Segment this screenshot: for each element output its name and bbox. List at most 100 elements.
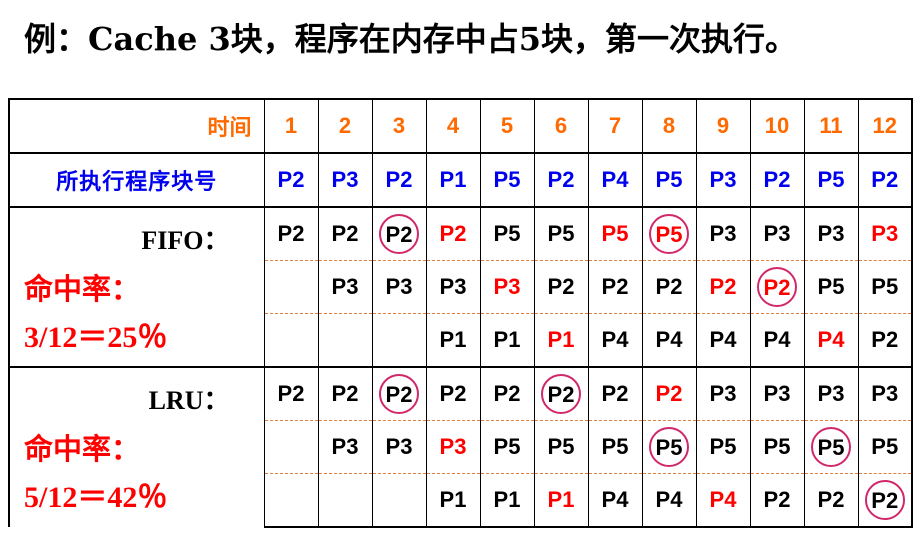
lru-cell: P1 [533, 473, 588, 528]
sequence-cell: P5 [641, 152, 696, 207]
time-cell: 2 [317, 98, 372, 153]
lru-cell: P4 [587, 473, 642, 528]
block-value: P1 [547, 327, 575, 352]
fifo-cell: P2 [587, 260, 642, 314]
fifo-cell: P5 [803, 260, 858, 314]
block-value: P4 [763, 327, 791, 352]
block-value: P1 [547, 487, 575, 512]
fifo-cell: P4 [803, 313, 858, 367]
time-cell: 10 [749, 98, 804, 153]
lru-cell: P2 [749, 473, 804, 528]
time-cell: 8 [641, 98, 696, 153]
time-cell: 4 [425, 98, 480, 153]
block-value: P1 [439, 327, 467, 352]
block-value: P2 [817, 487, 845, 512]
block-value: P2 [763, 487, 791, 512]
lru-hit-rate-value: 5/12＝42％ [24, 481, 168, 514]
block-value: P2 [709, 274, 737, 299]
lru-cell: P3 [749, 366, 804, 421]
fifo-cell: P5 [533, 206, 588, 261]
lru-cell: P5 [749, 420, 804, 474]
lru-cell [263, 473, 318, 528]
block-value: P3 [439, 274, 467, 299]
block-value: P1 [439, 487, 467, 512]
block-value: P5 [493, 221, 521, 246]
title-prefix: 例： [24, 20, 89, 58]
block-value: P3 [439, 434, 467, 459]
block-value: P3 [493, 274, 521, 299]
lru-section: LRU： 命中率： 5/12＝42％ P2 P2 P2 P2 P2 P2 P2 P2 P3 P3 P3 P3… [8, 366, 913, 528]
lru-cache-row: LRU： 命中率： 5/12＝42％ P2 P2 P2 P2 P2 P2 P2 P2 P3 P3 P3 P3 [8, 366, 913, 527]
lru-cell: P5 [695, 420, 750, 474]
block-value: P2 [331, 221, 359, 246]
fifo-cell: P2 [371, 206, 426, 261]
lru-cell: P5 [803, 420, 858, 474]
sequence-cell: P2 [749, 152, 804, 207]
lru-cell: P2 [803, 473, 858, 528]
block-value: P5 [493, 434, 521, 459]
time-cell: 5 [479, 98, 534, 153]
fifo-cell [263, 313, 318, 367]
title-text: Cache 3块，程序在内存中占5块，第一次执行。 [88, 20, 798, 58]
lru-cell: P2 [587, 366, 642, 421]
fifo-cell: P4 [749, 313, 804, 367]
time-cell: 3 [371, 98, 426, 153]
fifo-cell [317, 313, 372, 367]
lru-cell: P1 [425, 473, 480, 528]
block-value: P4 [655, 487, 683, 512]
fifo-cell: P2 [533, 260, 588, 314]
lru-cell: P4 [641, 473, 696, 528]
fifo-cell: P1 [479, 313, 534, 367]
sequence-cell: P2 [371, 152, 426, 207]
fifo-cell: P4 [695, 313, 750, 367]
lru-cell: P2 [857, 473, 913, 528]
block-value: P2 [655, 274, 683, 299]
fifo-cell: P3 [749, 206, 804, 261]
time-cell: 9 [695, 98, 750, 153]
lru-hit-rate-label: 命中率： [24, 432, 141, 466]
block-value: P5 [763, 434, 791, 459]
sequence-cell: P5 [803, 152, 858, 207]
time-cell: 7 [587, 98, 642, 153]
sequence-cell: P2 [263, 152, 318, 207]
fifo-cell: P2 [425, 206, 480, 261]
block-value: P5 [547, 221, 575, 246]
block-value: P3 [385, 274, 413, 299]
lru-cell: P5 [533, 420, 588, 474]
block-value: P2 [601, 381, 629, 406]
time-cell: 1 [263, 98, 318, 153]
sequence-cell: P2 [533, 152, 588, 207]
hit-circle: P5 [649, 214, 689, 254]
fifo-cell: P4 [641, 313, 696, 367]
block-value: P5 [709, 434, 737, 459]
hit-circle: P5 [811, 427, 851, 467]
block-value: P3 [331, 274, 359, 299]
sequence-cell: P2 [857, 152, 913, 207]
fifo-cell: P2 [641, 260, 696, 314]
block-value: P3 [331, 434, 359, 459]
lru-cell: P3 [857, 366, 913, 421]
fifo-cell: P5 [857, 260, 913, 314]
fifo-cell: P3 [425, 260, 480, 314]
lru-cell: P3 [695, 366, 750, 421]
fifo-hit-rate-label: 命中率： [24, 272, 141, 306]
page-title: 例：Cache 3块，程序在内存中占5块，第一次执行。 [24, 14, 797, 60]
block-value: P4 [601, 487, 629, 512]
hit-circle: P2 [379, 214, 419, 254]
fifo-cell: P3 [803, 206, 858, 261]
lru-cell [317, 473, 372, 528]
block-value: P3 [763, 221, 791, 246]
lru-cell: P2 [317, 366, 372, 421]
block-value: P2 [601, 274, 629, 299]
lru-cell: P5 [587, 420, 642, 474]
block-value: P3 [763, 381, 791, 406]
fifo-cell: P4 [587, 313, 642, 367]
fifo-algorithm-name: FIFO： [141, 226, 230, 255]
lru-algorithm-name: LRU： [148, 386, 230, 415]
lru-cell [371, 473, 426, 528]
block-value: P5 [601, 434, 629, 459]
lru-cell: P2 [641, 366, 696, 421]
fifo-cell: P3 [695, 206, 750, 261]
hit-circle: P2 [541, 374, 581, 414]
lru-label-cell: LRU： 命中率： 5/12＝42％ [8, 366, 264, 527]
